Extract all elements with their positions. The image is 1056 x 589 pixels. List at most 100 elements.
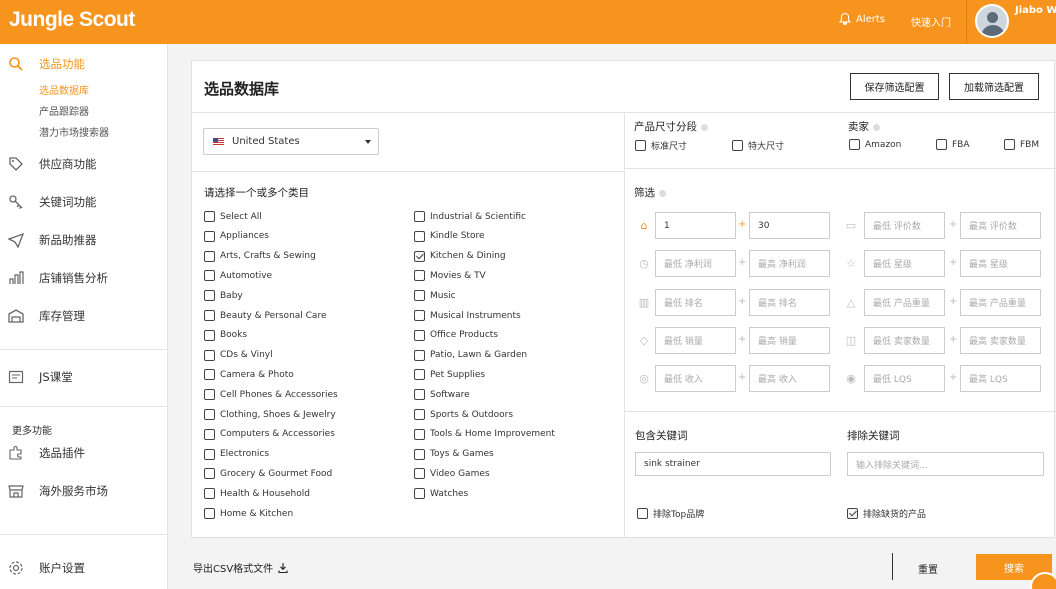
checkbox-box[interactable] (849, 139, 860, 150)
category-checkbox[interactable]: Software (414, 389, 470, 401)
filter-max-input[interactable]: 30 (749, 212, 830, 239)
checkbox-box[interactable] (414, 389, 425, 401)
checkbox-box[interactable] (204, 389, 215, 401)
checkbox-box[interactable] (936, 139, 947, 150)
filter-min-input[interactable]: 最低 销量 (655, 326, 736, 354)
checkbox-box[interactable] (414, 310, 425, 321)
filter-min-input[interactable]: 最低 评价数 (864, 212, 945, 239)
sidebar-item-extension[interactable]: 选品插件 (0, 442, 168, 464)
category-checkbox[interactable]: Arts, Crafts & Sewing (204, 250, 316, 262)
sidebar-subitem-niche-hunter[interactable]: 潜力市场搜索器 (39, 124, 109, 139)
checkbox-box[interactable] (204, 211, 215, 222)
category-checkbox[interactable]: Kindle Store (414, 230, 485, 242)
checkbox-box[interactable] (204, 508, 215, 519)
category-checkbox[interactable]: Clothing, Shoes & Jewelry (204, 409, 336, 420)
checkbox-box[interactable] (414, 329, 425, 341)
checkbox-box[interactable] (414, 230, 425, 242)
category-checkbox[interactable]: Movies & TV (414, 270, 486, 282)
category-checkbox[interactable]: Camera & Photo (204, 369, 294, 381)
filter-max-input[interactable]: 最高 评价数 (960, 212, 1041, 239)
filter-min-input[interactable]: 最低 净利润 (655, 250, 736, 278)
checkbox-box[interactable] (1004, 139, 1015, 150)
category-checkbox[interactable]: Pet Supplies (414, 369, 485, 381)
checkbox-box[interactable] (204, 428, 215, 440)
filter-min-input[interactable]: 最低 产品重量 (864, 288, 945, 316)
checkbox-box[interactable] (204, 230, 215, 242)
category-checkbox[interactable]: Patio, Lawn & Garden (414, 349, 527, 361)
checkbox-box[interactable] (414, 211, 425, 222)
category-checkbox[interactable]: Home & Kitchen (204, 508, 293, 519)
seller-fba-checkbox[interactable]: FBA (936, 139, 970, 150)
sidebar-item-supplier[interactable]: 供应商功能 (0, 153, 168, 175)
checkbox-box[interactable] (847, 508, 858, 519)
category-checkbox[interactable]: Industrial & Scientific (414, 211, 526, 222)
checkbox-box[interactable] (414, 409, 425, 420)
size-tier-standard-checkbox[interactable]: 标准尺寸 (635, 139, 687, 152)
filter-max-input[interactable]: 最高 排名 (749, 288, 830, 316)
category-checkbox[interactable]: Select All (204, 211, 262, 222)
category-checkbox[interactable]: Cell Phones & Accessories (204, 389, 338, 401)
filter-min-input[interactable]: 最低 LQS (864, 365, 945, 393)
category-checkbox[interactable]: Grocery & Gourmet Food (204, 468, 332, 480)
category-checkbox[interactable]: Books (204, 329, 247, 341)
jungle-scout-logo[interactable]: Jungle Scout (9, 8, 135, 32)
sidebar-item-launch[interactable]: 新品助推器 (0, 229, 168, 251)
checkbox-box[interactable] (204, 409, 215, 420)
category-checkbox[interactable]: Music (414, 290, 456, 302)
filter-max-input[interactable]: 最高 净利润 (749, 250, 830, 278)
info-icon[interactable] (873, 123, 880, 131)
save-filter-button[interactable]: 保存筛选配置 (850, 73, 939, 100)
checkbox-box[interactable] (204, 250, 215, 262)
load-filter-button[interactable]: 加载筛选配置 (949, 73, 1039, 100)
include-keywords-input[interactable]: sink strainer (635, 452, 831, 476)
sidebar-subitem-product-database[interactable]: 选品数据库 (39, 82, 89, 97)
checkbox-box[interactable] (414, 270, 425, 282)
alerts-button[interactable]: Alerts (838, 12, 885, 26)
category-checkbox[interactable]: Baby (204, 290, 243, 302)
checkbox-box[interactable] (414, 250, 425, 262)
sidebar-item-service-market[interactable]: 海外服务市场 (0, 480, 168, 502)
checkbox-box[interactable] (204, 448, 215, 460)
filter-max-input[interactable]: 最高 卖家数量 (960, 326, 1041, 354)
checkbox-box[interactable] (414, 369, 425, 381)
checkbox-box[interactable] (414, 428, 425, 440)
sidebar-item-inventory[interactable]: 库存管理 (0, 305, 168, 327)
filter-min-input[interactable]: 最低 排名 (655, 288, 736, 316)
checkbox-box[interactable] (204, 349, 215, 361)
filter-max-input[interactable]: 最高 产品重量 (960, 288, 1041, 316)
checkbox-box[interactable] (204, 290, 215, 302)
quick-start-link[interactable]: 快速入门 (911, 14, 951, 29)
reset-button[interactable]: 重置 (918, 561, 938, 576)
country-select[interactable]: United States (203, 128, 379, 155)
category-checkbox[interactable]: Automotive (204, 270, 272, 282)
category-checkbox[interactable]: Office Products (414, 329, 498, 341)
checkbox-box[interactable] (204, 270, 215, 282)
seller-amazon-checkbox[interactable]: Amazon (849, 139, 901, 150)
checkbox-box[interactable] (414, 488, 425, 500)
checkbox-box[interactable] (204, 310, 215, 321)
filter-min-input[interactable]: 最低 星级 (864, 250, 945, 278)
category-checkbox[interactable]: Tools & Home Improvement (414, 428, 555, 440)
category-checkbox[interactable]: Computers & Accessories (204, 428, 335, 440)
filter-max-input[interactable]: 最高 LQS (960, 365, 1041, 393)
filter-min-input[interactable]: 最低 卖家数量 (864, 326, 945, 354)
exclude-top-brands-checkbox[interactable]: 排除Top品牌 (637, 507, 704, 520)
sidebar-item-sales-analytics[interactable]: 店铺销售分析 (0, 267, 168, 289)
size-tier-oversize-checkbox[interactable]: 特大尺寸 (732, 139, 784, 152)
category-checkbox[interactable]: Health & Household (204, 488, 310, 500)
sidebar-item-account-settings[interactable]: 账户设置 (0, 557, 168, 579)
category-checkbox[interactable]: Watches (414, 488, 468, 500)
category-checkbox[interactable]: Electronics (204, 448, 269, 460)
seller-fbm-checkbox[interactable]: FBM (1004, 139, 1039, 150)
category-checkbox[interactable]: Toys & Games (414, 448, 494, 460)
checkbox-box[interactable] (732, 140, 743, 151)
checkbox-box[interactable] (414, 349, 425, 361)
checkbox-box[interactable] (204, 329, 215, 341)
category-checkbox[interactable]: Video Games (414, 468, 490, 480)
sidebar-item-keywords[interactable]: 关键词功能 (0, 191, 168, 213)
filter-max-input[interactable]: 最高 收入 (749, 365, 830, 393)
category-checkbox[interactable]: CDs & Vinyl (204, 349, 273, 361)
exclude-keywords-input[interactable]: 输入排除关键词... (847, 452, 1044, 476)
checkbox-box[interactable] (637, 508, 648, 519)
info-icon[interactable] (701, 123, 708, 131)
